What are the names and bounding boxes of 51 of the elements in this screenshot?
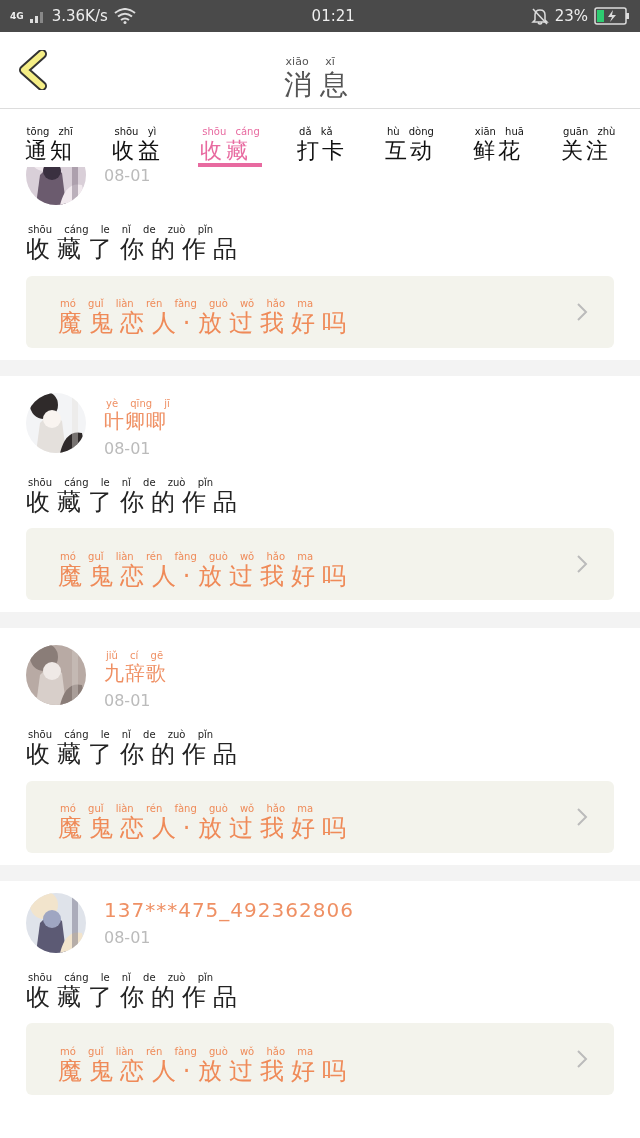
tab[interactable]: shōu yì 收益	[110, 115, 166, 167]
user-name[interactable]: 九辞歌	[104, 662, 167, 686]
tab[interactable]: guān zhù 关注	[559, 115, 618, 167]
work-title: 魔鬼恋人·放过我好吗	[58, 310, 354, 338]
work-link[interactable]: mó guǐ liàn rén fàng guò wǒ hǎo ma 魔鬼恋人·放过我好吗	[26, 780, 614, 853]
message-date: 08-01	[104, 167, 151, 185]
battery-icon	[594, 7, 630, 25]
tab[interactable]: tōng zhī 通知	[22, 115, 78, 167]
pinyin-text: shōu cáng le nǐ de zuò pǐn	[27, 224, 214, 236]
message-text: 收藏了你的作品	[26, 488, 245, 517]
battery-percent: 23%	[554, 7, 588, 25]
back-button[interactable]	[16, 50, 50, 90]
work-title: 魔鬼恋人·放过我好吗	[58, 815, 354, 844]
bell-muted-icon	[530, 7, 549, 25]
pinyin-text: shōu cáng le nǐ de zuò pǐn	[27, 476, 214, 489]
tab[interactable]: dǎ kǎ 打卡	[295, 115, 350, 167]
pinyin-text: mó guǐ liàn rén fàng guò wǒ hǎo ma	[59, 1046, 314, 1058]
message-text: 收藏了你的作品	[26, 236, 245, 264]
work-link[interactable]: mó guǐ liàn rén fàng guò wǒ hǎo ma 魔鬼恋人·放过我好吗	[26, 275, 614, 348]
pinyin-text: mó guǐ liàn rén fàng guò wǒ hǎo ma	[59, 550, 314, 563]
chevron-icon	[576, 806, 588, 827]
tab[interactable]: xiān huā 鲜花	[470, 115, 526, 167]
pinyin-text: shōu cáng le nǐ de zuò pǐn	[27, 729, 214, 742]
pinyin-text: xiāo xī	[284, 55, 335, 69]
pinyin-text: yè qīng jī	[105, 397, 170, 410]
message-date: 08-01	[104, 928, 152, 948]
chevron-icon	[576, 1049, 588, 1070]
network-label: 4G	[10, 11, 24, 21]
clock: 01:21	[311, 7, 355, 25]
message-date: 08-01	[104, 691, 152, 711]
pinyin-text: shōu cáng le nǐ de zuò pǐn	[27, 971, 214, 984]
user-name[interactable]: 叶卿唧	[104, 409, 167, 433]
page-title: 消息	[283, 68, 357, 101]
pinyin-text: jiǔ cí gē	[105, 650, 164, 663]
message-date: 08-01	[104, 438, 152, 458]
wifi-icon	[113, 8, 136, 24]
chevron-icon	[576, 554, 588, 575]
tab[interactable]: hù dòng 互动	[382, 115, 438, 167]
tab[interactable]: shōu cáng 收藏	[198, 115, 262, 167]
message-text: 收藏了你的作品	[26, 983, 245, 1012]
chevron-icon	[576, 301, 588, 322]
pinyin-text: mó guǐ liàn rén fàng guò wǒ hǎo ma	[59, 803, 314, 815]
user-name[interactable]: 137***475_492362806	[104, 899, 354, 923]
message-text: 收藏了你的作品	[26, 741, 245, 769]
work-title: 魔鬼恋人·放过我好吗	[58, 1058, 354, 1086]
pinyin-text: mó guǐ liàn rén fàng guò wǒ hǎo ma	[59, 298, 314, 310]
work-title: 魔鬼恋人·放过我好吗	[58, 562, 354, 591]
network-speed: 3.36K/s	[51, 7, 108, 25]
signal-icon	[29, 9, 46, 23]
work-link[interactable]: mó guǐ liàn rén fàng guò wǒ hǎo ma 魔鬼恋人·放过我好吗	[26, 528, 614, 601]
work-link[interactable]: mó guǐ liàn rén fàng guò wǒ hǎo ma 魔鬼恋人·放过我好吗	[26, 1023, 614, 1096]
